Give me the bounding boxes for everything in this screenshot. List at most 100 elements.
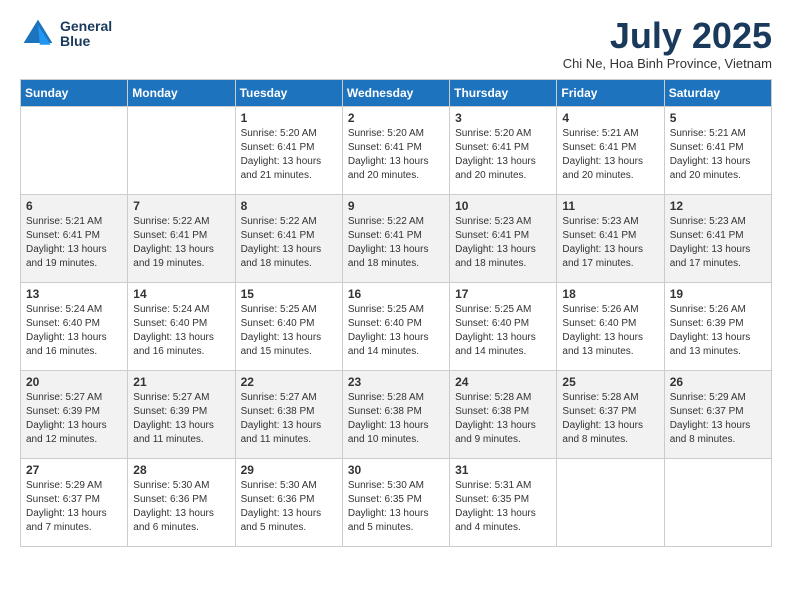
day-number: 26 [670, 375, 766, 389]
calendar-cell: 8Sunrise: 5:22 AMSunset: 6:41 PMDaylight… [235, 194, 342, 282]
calendar-cell: 26 Sunrise: 5:29 AMSunset: 6:37 PMDayligh… [664, 370, 771, 458]
logo-line1: General [60, 19, 112, 34]
day-number: 30 [348, 463, 444, 477]
calendar-header-row: SundayMondayTuesdayWednesdayThursdayFrid… [21, 79, 772, 106]
day-info: Sunrise: 5:23 AMSunset: 6:41 PMDaylight:… [455, 215, 551, 271]
day-number: 13 [26, 287, 122, 301]
day-info: Sunrise: 5:28 AMSunset: 6:38 PMDaylight:… [348, 391, 444, 447]
header-wednesday: Wednesday [342, 79, 449, 106]
day-number: 27 [26, 463, 122, 477]
calendar-row-2: 13 Sunrise: 5:24 AMSunset: 6:40 PMDayligh… [21, 282, 772, 370]
day-number: 31 [455, 463, 551, 477]
day-number: 15 [241, 287, 337, 301]
day-info: Sunrise: 5:30 AMSunset: 6:35 PMDaylight:… [348, 479, 444, 535]
day-number: 1 [241, 111, 337, 125]
month-title: July 2025 [563, 16, 772, 56]
header-monday: Monday [128, 79, 235, 106]
day-info: Sunrise: 5:29 AMSunset: 6:37 PMDaylight:… [670, 391, 766, 447]
calendar-cell [21, 106, 128, 194]
day-info: Sunrise: 5:26 AMSunset: 6:40 PMDaylight:… [562, 303, 658, 359]
day-info: Sunrise: 5:26 AMSunset: 6:39 PMDaylight:… [670, 303, 766, 359]
header-thursday: Thursday [450, 79, 557, 106]
day-number: 3 [455, 111, 551, 125]
day-info: Sunrise: 5:20 AMSunset: 6:41 PMDaylight:… [348, 127, 444, 183]
day-info: Sunrise: 5:23 AMSunset: 6:41 PMDaylight:… [670, 215, 766, 271]
day-number: 12 [670, 199, 766, 213]
calendar-cell: 28 Sunrise: 5:30 AMSunset: 6:36 PMDayligh… [128, 458, 235, 546]
day-info: Sunrise: 5:23 AMSunset: 6:41 PMDaylight:… [562, 215, 658, 271]
header-sunday: Sunday [21, 79, 128, 106]
day-info: Sunrise: 5:22 AMSunset: 6:41 PMDaylight:… [348, 215, 444, 271]
day-info: Sunrise: 5:24 AMSunset: 6:40 PMDaylight:… [26, 303, 122, 359]
day-number: 5 [670, 111, 766, 125]
calendar-row-1: 6 Sunrise: 5:21 AMSunset: 6:41 PMDaylight… [21, 194, 772, 282]
day-number: 9 [348, 199, 444, 213]
day-number: 6 [26, 199, 122, 213]
page-header: General Blue July 2025 Chi Ne, Hoa Binh … [20, 16, 772, 71]
day-info: Sunrise: 5:25 AMSunset: 6:40 PMDaylight:… [241, 303, 337, 359]
calendar-cell: 7 Sunrise: 5:22 AMSunset: 6:41 PMDaylight… [128, 194, 235, 282]
day-info: Sunrise: 5:30 AMSunset: 6:36 PMDaylight:… [241, 479, 337, 535]
calendar-cell: 3 Sunrise: 5:20 AMSunset: 6:41 PMDaylight… [450, 106, 557, 194]
day-number: 10 [455, 199, 551, 213]
day-number: 29 [241, 463, 337, 477]
calendar-cell: 4Sunrise: 5:21 AMSunset: 6:41 PMDaylight… [557, 106, 664, 194]
day-info: Sunrise: 5:28 AMSunset: 6:38 PMDaylight:… [455, 391, 551, 447]
day-number: 16 [348, 287, 444, 301]
day-number: 20 [26, 375, 122, 389]
day-info: Sunrise: 5:25 AMSunset: 6:40 PMDaylight:… [455, 303, 551, 359]
day-info: Sunrise: 5:25 AMSunset: 6:40 PMDaylight:… [348, 303, 444, 359]
calendar-table: SundayMondayTuesdayWednesdayThursdayFrid… [20, 79, 772, 547]
day-info: Sunrise: 5:22 AMSunset: 6:41 PMDaylight:… [133, 215, 229, 271]
day-info: Sunrise: 5:28 AMSunset: 6:37 PMDaylight:… [562, 391, 658, 447]
calendar-cell: 14 Sunrise: 5:24 AMSunset: 6:40 PMDayligh… [128, 282, 235, 370]
header-friday: Friday [557, 79, 664, 106]
day-number: 28 [133, 463, 229, 477]
header-saturday: Saturday [664, 79, 771, 106]
day-number: 11 [562, 199, 658, 213]
calendar-cell: 12 Sunrise: 5:23 AMSunset: 6:41 PMDayligh… [664, 194, 771, 282]
logo: General Blue [20, 16, 112, 52]
calendar-cell: 9 Sunrise: 5:22 AMSunset: 6:41 PMDaylight… [342, 194, 449, 282]
calendar-cell: 29 Sunrise: 5:30 AMSunset: 6:36 PMDayligh… [235, 458, 342, 546]
day-info: Sunrise: 5:22 AMSunset: 6:41 PMDaylight:… [241, 215, 337, 271]
day-info: Sunrise: 5:20 AMSunset: 6:41 PMDaylight:… [455, 127, 551, 183]
calendar-cell: 2 Sunrise: 5:20 AMSunset: 6:41 PMDaylight… [342, 106, 449, 194]
calendar-cell: 16 Sunrise: 5:25 AMSunset: 6:40 PMDayligh… [342, 282, 449, 370]
day-info: Sunrise: 5:27 AMSunset: 6:39 PMDaylight:… [133, 391, 229, 447]
day-number: 14 [133, 287, 229, 301]
calendar-cell: 6 Sunrise: 5:21 AMSunset: 6:41 PMDaylight… [21, 194, 128, 282]
day-number: 2 [348, 111, 444, 125]
calendar-cell: 22Sunrise: 5:27 AMSunset: 6:38 PMDayligh… [235, 370, 342, 458]
calendar-row-3: 20 Sunrise: 5:27 AMSunset: 6:39 PMDayligh… [21, 370, 772, 458]
day-number: 22 [241, 375, 337, 389]
day-info: Sunrise: 5:31 AMSunset: 6:35 PMDaylight:… [455, 479, 551, 535]
day-info: Sunrise: 5:21 AMSunset: 6:41 PMDaylight:… [562, 127, 658, 183]
calendar-cell: 19Sunrise: 5:26 AMSunset: 6:39 PMDayligh… [664, 282, 771, 370]
calendar-cell: 13 Sunrise: 5:24 AMSunset: 6:40 PMDayligh… [21, 282, 128, 370]
day-number: 7 [133, 199, 229, 213]
calendar-cell: 24 Sunrise: 5:28 AMSunset: 6:38 PMDayligh… [450, 370, 557, 458]
header-tuesday: Tuesday [235, 79, 342, 106]
day-info: Sunrise: 5:27 AMSunset: 6:39 PMDaylight:… [26, 391, 122, 447]
day-info: Sunrise: 5:29 AMSunset: 6:37 PMDaylight:… [26, 479, 122, 535]
calendar-row-4: 27 Sunrise: 5:29 AMSunset: 6:37 PMDayligh… [21, 458, 772, 546]
calendar-cell: 21 Sunrise: 5:27 AMSunset: 6:39 PMDayligh… [128, 370, 235, 458]
day-number: 21 [133, 375, 229, 389]
logo-icon [20, 16, 56, 52]
calendar-cell: 20 Sunrise: 5:27 AMSunset: 6:39 PMDayligh… [21, 370, 128, 458]
calendar-cell: 18Sunrise: 5:26 AMSunset: 6:40 PMDayligh… [557, 282, 664, 370]
location: Chi Ne, Hoa Binh Province, Vietnam [563, 56, 772, 71]
calendar-cell: 27 Sunrise: 5:29 AMSunset: 6:37 PMDayligh… [21, 458, 128, 546]
day-info: Sunrise: 5:30 AMSunset: 6:36 PMDaylight:… [133, 479, 229, 535]
calendar-cell: 10 Sunrise: 5:23 AMSunset: 6:41 PMDayligh… [450, 194, 557, 282]
calendar-cell: 11 Sunrise: 5:23 AMSunset: 6:41 PMDayligh… [557, 194, 664, 282]
calendar-cell: 30 Sunrise: 5:30 AMSunset: 6:35 PMDayligh… [342, 458, 449, 546]
day-info: Sunrise: 5:21 AMSunset: 6:41 PMDaylight:… [670, 127, 766, 183]
day-info: Sunrise: 5:21 AMSunset: 6:41 PMDaylight:… [26, 215, 122, 271]
logo-text: General Blue [60, 19, 112, 50]
day-number: 25 [562, 375, 658, 389]
day-number: 24 [455, 375, 551, 389]
calendar-cell: 5 Sunrise: 5:21 AMSunset: 6:41 PMDaylight… [664, 106, 771, 194]
day-info: Sunrise: 5:24 AMSunset: 6:40 PMDaylight:… [133, 303, 229, 359]
